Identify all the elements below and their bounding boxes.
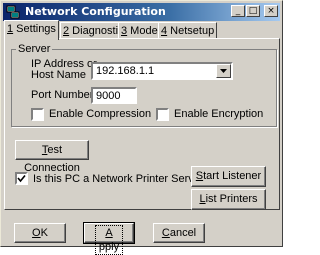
tab-mode-label: Mode <box>127 25 158 37</box>
window-title: Network Configuration <box>25 5 166 18</box>
port-number-input[interactable]: 9000 <box>91 87 137 104</box>
tab-settings-label: Settings <box>13 23 56 35</box>
test-connection-button[interactable]: Test Connection <box>15 140 89 174</box>
ip-address-combobox[interactable]: 192.168.1.1 <box>91 62 233 80</box>
minimize-button[interactable]: _ <box>231 5 245 17</box>
enable-compression-checkbox[interactable] <box>31 108 44 121</box>
apply-label: pply <box>98 241 120 253</box>
cancel-button[interactable]: Cancel <box>153 223 205 243</box>
chevron-down-icon <box>220 69 227 73</box>
printer-server-label: Is this PC a Network Printer Server? <box>33 173 210 185</box>
enable-compression-label: Enable Compression <box>49 108 152 120</box>
server-group-label: Server <box>16 43 53 55</box>
network-configuration-window: Network Configuration _ □ × 1 Settings 2… <box>0 0 283 255</box>
start-listener-button[interactable]: Start Listener <box>191 166 266 187</box>
ok-button[interactable]: OK <box>14 223 66 243</box>
tab-settings[interactable]: 1 Settings <box>4 20 59 40</box>
ip-address-value: 192.168.1.1 <box>96 65 155 77</box>
test-connection-label: est Connection <box>24 144 80 174</box>
list-printers-label: ist Printers <box>205 193 258 205</box>
close-button[interactable]: × <box>264 5 278 17</box>
ip-address-label-line2: Host Name <box>31 69 87 81</box>
cancel-mnemonic: C <box>161 227 170 239</box>
apply-button[interactable]: Apply <box>83 222 135 255</box>
printer-server-checkbox[interactable] <box>15 172 28 185</box>
port-number-label: Port Number <box>31 89 94 101</box>
enable-encryption-checkbox[interactable] <box>156 108 169 121</box>
title-bar[interactable]: Network Configuration _ □ × <box>3 3 280 21</box>
checkmark-icon <box>17 174 26 183</box>
maximize-button[interactable]: □ <box>246 5 260 17</box>
port-number-value: 9000 <box>96 90 121 102</box>
network-icon <box>6 5 20 19</box>
start-listener-label: tart Listener <box>203 170 262 182</box>
tab-netsetup-label: Netsetup <box>167 25 215 37</box>
cancel-label: ancel <box>169 227 197 239</box>
list-printers-button[interactable]: List Printers <box>191 189 266 210</box>
tab-netsetup[interactable]: 4 Netsetup <box>158 22 218 39</box>
ok-mnemonic: O <box>32 227 41 239</box>
tab-mode[interactable]: 3 Mode <box>118 22 161 39</box>
enable-encryption-label: Enable Encryption <box>174 108 264 120</box>
apply-mnemonic: A <box>105 227 113 239</box>
ip-address-dropdown-button[interactable] <box>216 64 231 78</box>
ok-label: K <box>40 227 48 239</box>
